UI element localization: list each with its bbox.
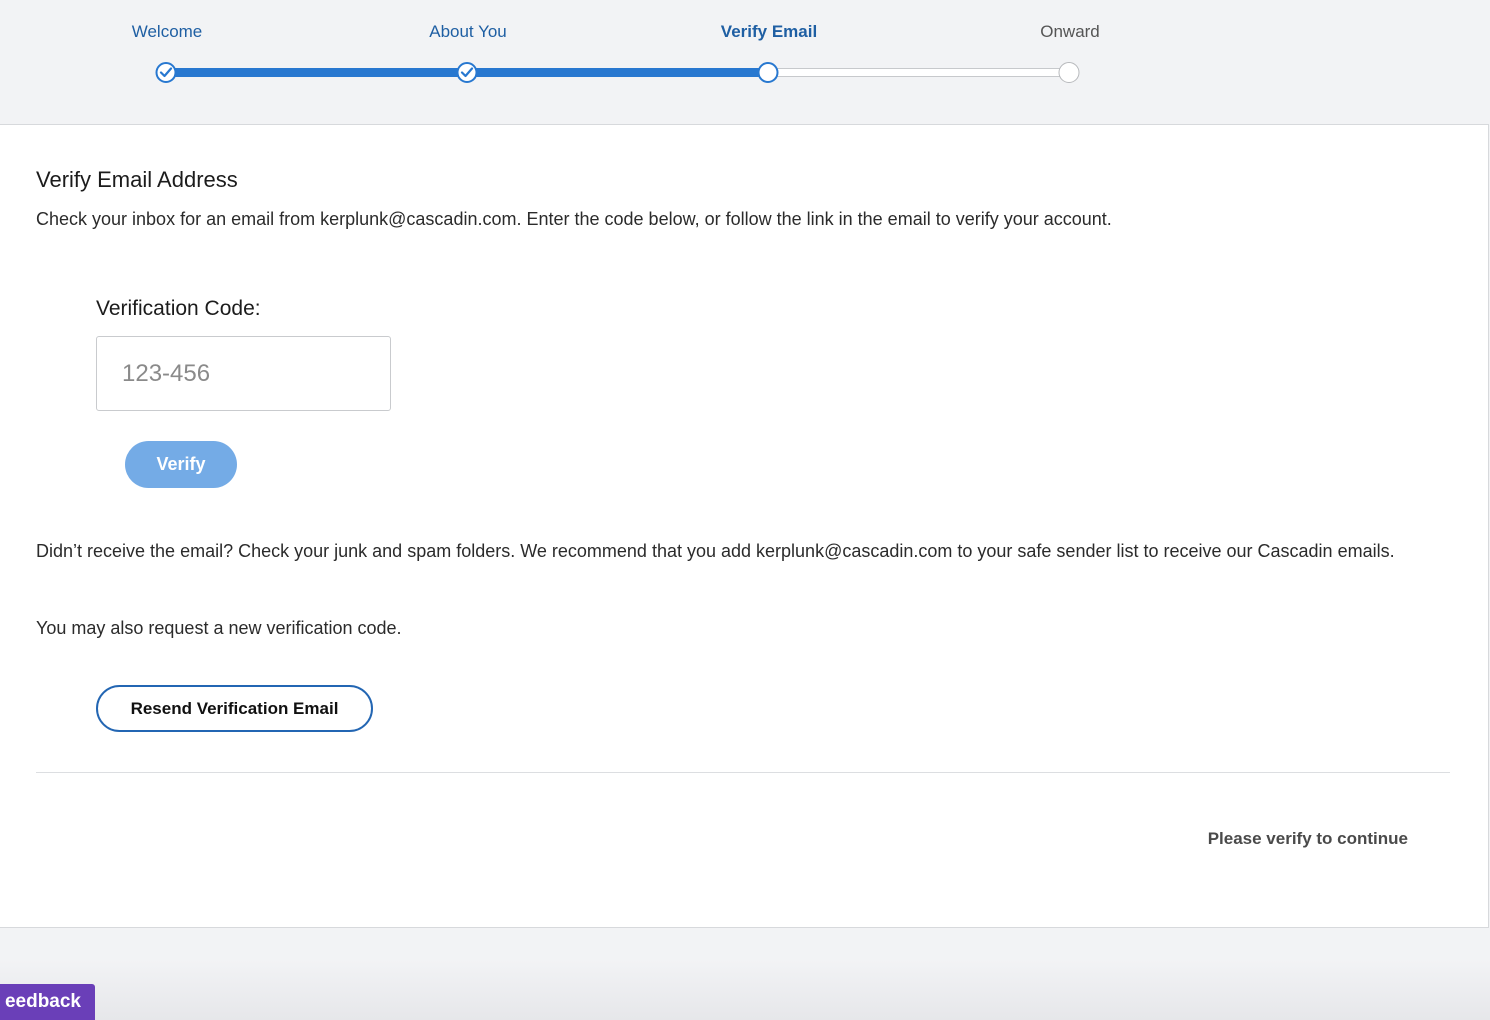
verify-button[interactable]: Verify [125, 441, 237, 488]
feedback-tab[interactable]: eedback [0, 984, 95, 1020]
step-label-onward: Onward [1040, 22, 1100, 41]
onboarding-page: Welcome About You Verify Email Onward Ve… [0, 0, 1490, 1020]
footer-background [0, 960, 1490, 1020]
step-node-about-you [456, 62, 478, 83]
verification-code-input[interactable] [96, 336, 391, 411]
divider [36, 772, 1450, 773]
step-node-welcome [155, 62, 177, 83]
resend-verification-email-button[interactable]: Resend Verification Email [96, 685, 373, 732]
step-label-about-you: About You [429, 22, 507, 41]
continue-status-text: Please verify to continue [1207, 829, 1408, 848]
progress-track-remaining [769, 68, 1071, 77]
checkmark-icon [159, 67, 173, 78]
feedback-label: eedback [4, 991, 81, 1012]
progress-stepper: Welcome About You Verify Email Onward [0, 0, 1490, 124]
intro-text: Check your inbox for an email from kerpl… [36, 209, 1112, 229]
step-label-verify-email: Verify Email [720, 22, 818, 41]
verification-code-label: Verification Code: [96, 297, 261, 320]
step-node-onward [1058, 62, 1080, 83]
page-title: Verify Email Address [36, 167, 238, 192]
step-label-welcome: Welcome [131, 22, 203, 41]
request-code-text: You may also request a new verification … [36, 618, 402, 638]
step-node-verify-email [757, 62, 779, 83]
checkmark-icon [460, 67, 474, 78]
verify-email-card: Verify Email Address Check your inbox fo… [0, 124, 1489, 928]
help-text: Didn’t receive the email? Check your jun… [36, 541, 1395, 561]
